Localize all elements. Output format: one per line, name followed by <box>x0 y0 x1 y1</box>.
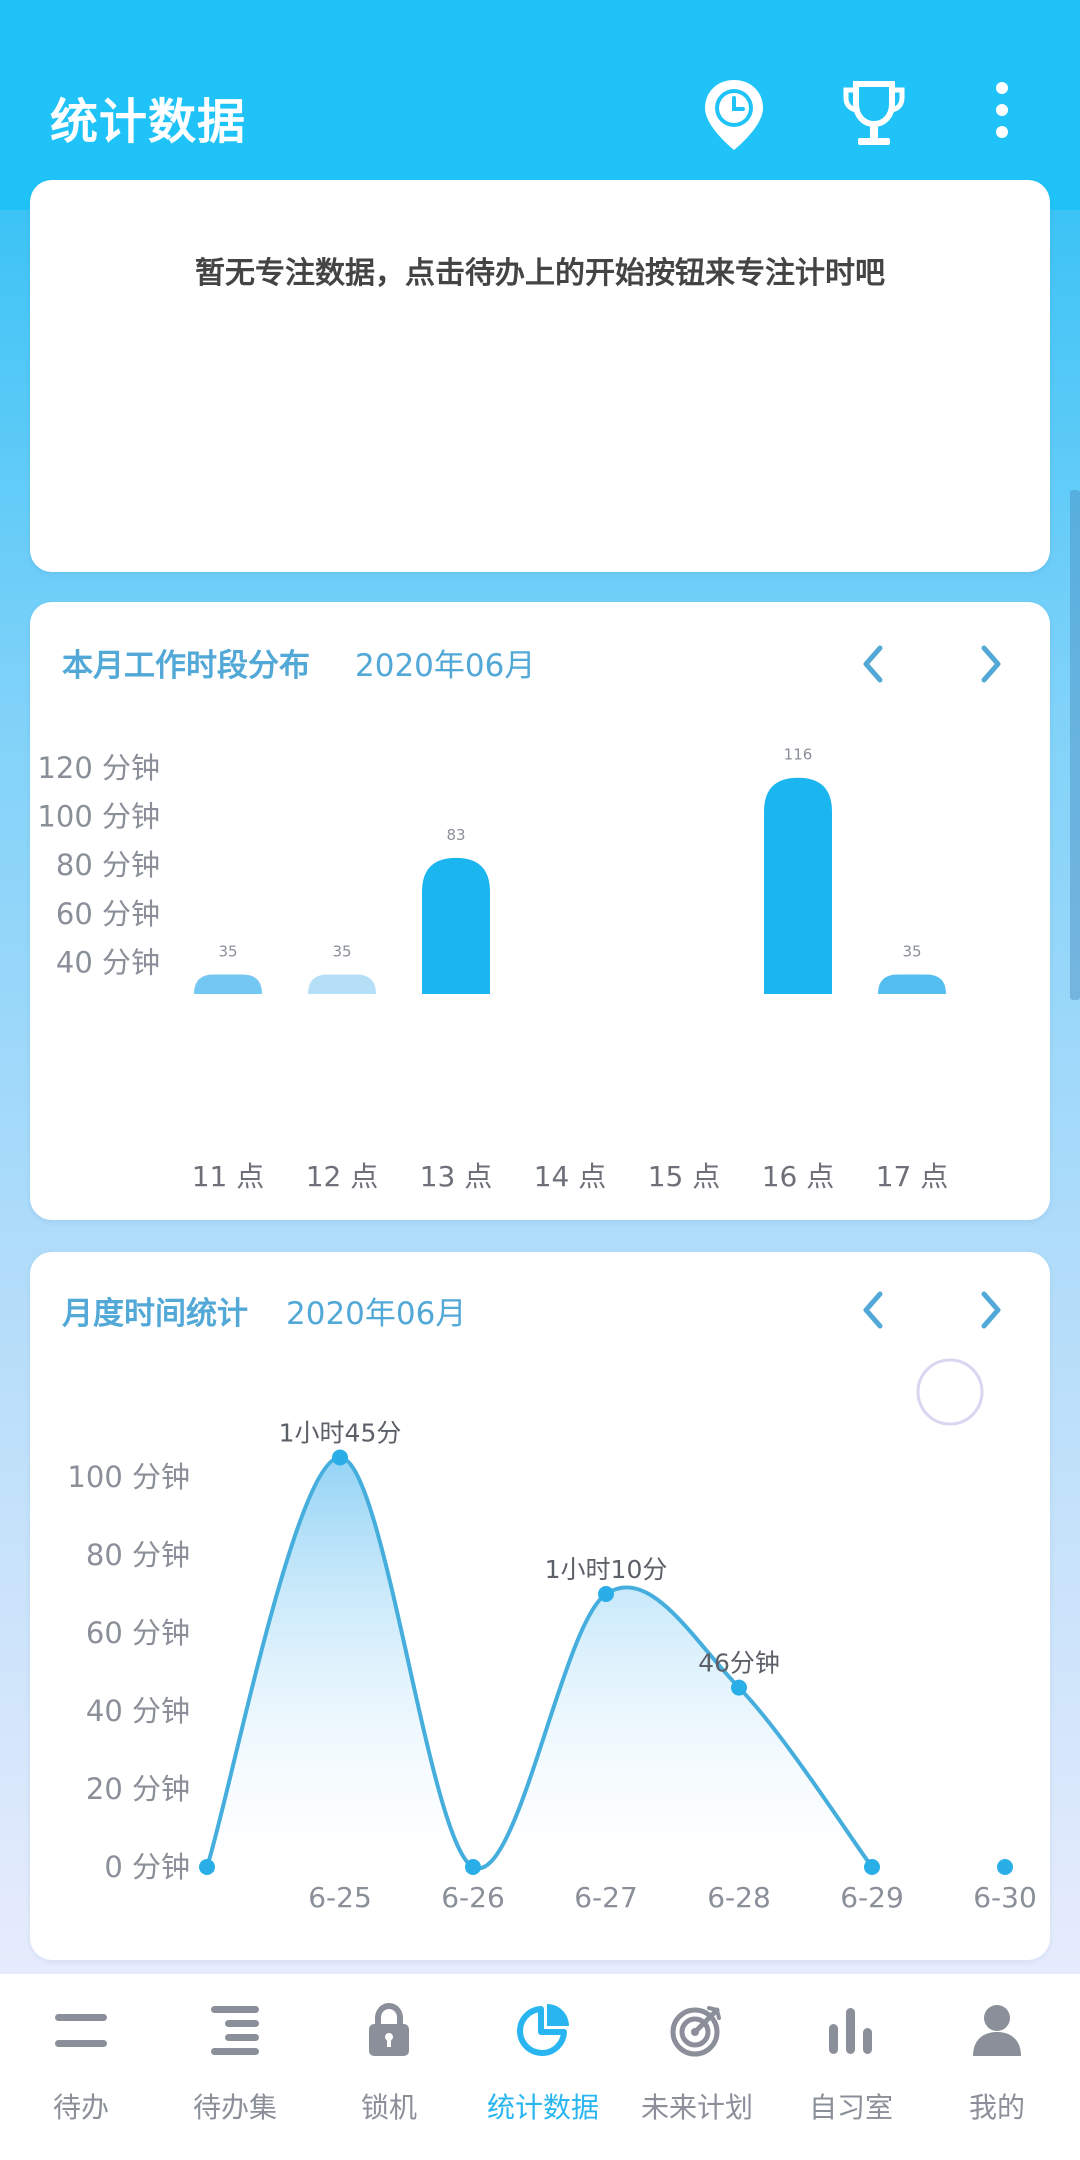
tab-lock[interactable]: 锁机 <box>312 1974 466 2160</box>
x-tick-label: 16 点 <box>762 1160 835 1193</box>
target-icon <box>670 2006 721 2057</box>
tab-mine[interactable]: 我的 <box>920 1974 1074 2160</box>
hourly-bar-chart: 120 分钟 100 分钟 80 分钟 60 分钟 40 分钟 35 11 点 35 12 点 8… <box>37 746 949 1193</box>
data-point <box>465 1859 481 1875</box>
monthly-area-chart: 100 分钟 80 分钟 60 分钟 40 分钟 20 分钟 0 分钟 1小时45分 6-25… <box>67 1358 1037 1914</box>
floating-circle <box>916 1358 984 1426</box>
empty-focus-message: 暂无专注数据，点击待办上的开始按钮来专注计时吧 <box>195 256 885 291</box>
data-point <box>997 1859 1013 1875</box>
tab-statistics[interactable]: 统计数据 <box>466 1974 620 2160</box>
y-tick-label: 0 分钟 <box>104 1850 190 1884</box>
tab-label: 统计数据 <box>486 2091 599 2124</box>
tab-label: 自习室 <box>808 2091 893 2124</box>
bottom-navigation: 待办 待办集 锁机 统计数据 未来计划 自习室 我的 <box>0 1974 1080 2160</box>
y-tick-label: 40 分钟 <box>86 1694 190 1728</box>
bar-value-label: 116 <box>784 746 813 764</box>
data-point <box>598 1586 614 1602</box>
tab-future-plans[interactable]: 未来计划 <box>620 1974 774 2160</box>
y-tick-label: 100 分钟 <box>67 1460 190 1494</box>
bar <box>308 974 376 994</box>
tab-label: 待办 <box>52 2091 109 2124</box>
scrollbar[interactable] <box>1070 490 1080 1000</box>
data-point <box>332 1449 348 1466</box>
monthly-stats-card: 月度时间统计 2020年06月 100 分钟 80 分钟 60 分钟 40 分钟 20 … <box>30 1252 1050 1960</box>
app-bar: 统计数据 <box>0 0 1080 210</box>
x-tick-label: 6-27 <box>574 1881 638 1914</box>
bar-value-label: 83 <box>446 826 465 844</box>
x-tick-label: 6-26 <box>441 1881 505 1914</box>
y-tick-label: 20 分钟 <box>86 1772 190 1806</box>
data-point <box>864 1859 880 1875</box>
clock-pin-icon[interactable] <box>702 78 766 154</box>
bar-chart-icon <box>829 2008 872 2054</box>
point-label: 1小时10分 <box>545 1555 668 1584</box>
bar-value-label: 35 <box>902 943 921 961</box>
bar <box>764 777 832 994</box>
y-tick-label: 80 分钟 <box>86 1538 190 1572</box>
more-vertical-icon[interactable] <box>982 78 1022 154</box>
x-tick-label: 13 点 <box>420 1160 493 1193</box>
bar <box>194 974 262 994</box>
tab-todo-sets[interactable]: 待办集 <box>158 1974 312 2160</box>
tab-label: 我的 <box>968 2091 1025 2124</box>
x-tick-label: 12 点 <box>306 1160 379 1193</box>
bar-value-label: 35 <box>332 943 351 961</box>
x-tick-label: 6-25 <box>308 1881 372 1914</box>
data-point <box>199 1859 215 1875</box>
data-point <box>731 1679 747 1696</box>
y-tick-label: 120 分钟 <box>37 751 160 785</box>
y-tick-label: 40 分钟 <box>56 945 160 979</box>
y-tick-label: 60 分钟 <box>56 897 160 931</box>
point-label: 1小时45分 <box>279 1419 402 1448</box>
bar <box>878 974 946 994</box>
bar-value-label: 35 <box>218 943 237 961</box>
todo-icon <box>55 2014 107 2047</box>
y-tick-label: 100 分钟 <box>37 800 160 834</box>
tab-label: 未来计划 <box>640 2091 753 2124</box>
tab-label: 待办集 <box>192 2091 277 2124</box>
focus-data-card: 暂无专注数据，点击待办上的开始按钮来专注计时吧 <box>30 180 1050 572</box>
x-tick-label: 11 点 <box>192 1160 265 1193</box>
tab-todo[interactable]: 待办 <box>4 1974 158 2160</box>
y-tick-label: 80 分钟 <box>56 848 160 882</box>
x-tick-label: 17 点 <box>876 1160 949 1193</box>
x-tick-label: 6-28 <box>707 1881 771 1914</box>
x-tick-label: 6-30 <box>973 1881 1037 1914</box>
hourly-distribution-card: 本月工作时段分布 2020年06月 120 分钟 100 分钟 80 分钟 60 分钟… <box>30 602 1050 1220</box>
x-tick-label: 6-29 <box>840 1881 904 1914</box>
x-tick-label: 14 点 <box>534 1160 607 1193</box>
lock-icon <box>369 2002 409 2056</box>
trophy-icon[interactable] <box>842 78 906 154</box>
tab-label: 锁机 <box>360 2091 417 2124</box>
todo-list-icon <box>211 2006 259 2055</box>
tab-study-room[interactable]: 自习室 <box>774 1974 928 2160</box>
page-title: 统计数据 <box>50 94 247 150</box>
x-tick-label: 15 点 <box>648 1160 721 1193</box>
bar <box>422 857 490 994</box>
point-label: 46分钟 <box>698 1649 780 1678</box>
y-tick-label: 60 分钟 <box>86 1616 190 1650</box>
user-icon <box>973 2005 1021 2056</box>
pie-chart-icon <box>517 2004 569 2056</box>
